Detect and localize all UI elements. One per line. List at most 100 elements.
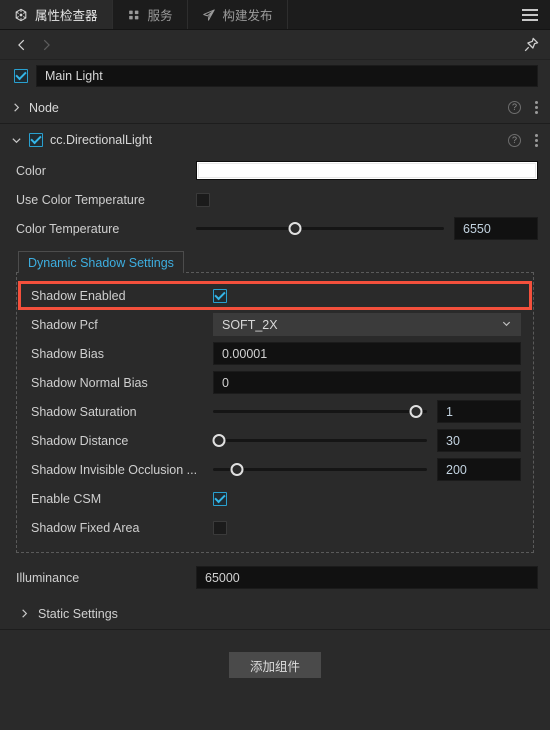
- slider-knob[interactable]: [288, 222, 302, 235]
- illuminance-input[interactable]: 65000: [196, 566, 538, 589]
- shadow-bias-value: 0.00001: [222, 346, 268, 361]
- static-settings-header[interactable]: Static Settings: [0, 598, 550, 630]
- label-shadow-normal-bias: Shadow Normal Bias: [31, 375, 148, 390]
- dynamic-shadow-settings-body: Shadow Enabled Shadow Pcf SOFT_2X Shadow…: [16, 272, 534, 553]
- shadow-fixed-area-checkbox[interactable]: [213, 520, 227, 535]
- component-header-directional-light[interactable]: cc.DirectionalLight ?: [0, 124, 550, 156]
- tab-build-label: 构建发布: [222, 9, 273, 23]
- label-color: Color: [16, 163, 46, 178]
- shadow-distance-control: 30: [212, 429, 521, 452]
- tab-inspector-label: 属性检查器: [35, 9, 98, 23]
- node-name-row: Main Light: [0, 60, 550, 92]
- tab-inspector[interactable]: 属性检查器: [0, 0, 113, 29]
- row-shadow-invisible-occlusion: Shadow Invisible Occlusion ... 200: [17, 455, 533, 484]
- shadow-pcf-select[interactable]: SOFT_2X: [213, 313, 521, 336]
- shadow-enabled-checkbox[interactable]: [213, 288, 227, 303]
- paper-plane-icon: [202, 8, 216, 22]
- slider-track: [196, 227, 444, 230]
- shadow-pcf-value: SOFT_2X: [222, 317, 278, 332]
- label-illuminance: Illuminance: [16, 570, 80, 585]
- node-header-icons: ?: [508, 99, 540, 116]
- question-circle-icon[interactable]: ?: [508, 133, 521, 147]
- tab-build[interactable]: 构建发布: [188, 0, 288, 29]
- use-color-temperature-checkbox[interactable]: [196, 192, 210, 207]
- chevron-right-icon[interactable]: [10, 102, 22, 114]
- add-component-label: 添加组件: [249, 659, 300, 674]
- chevron-down-icon: [501, 318, 512, 332]
- row-color: Color: [0, 156, 550, 185]
- shadow-invisible-occlusion-control: 200: [213, 458, 521, 481]
- illuminance-control: 65000: [196, 566, 538, 589]
- forward-button[interactable]: [34, 34, 58, 56]
- enable-csm-checkbox[interactable]: [213, 491, 227, 506]
- node-name-value: Main Light: [45, 69, 103, 83]
- node-section-label: Node: [29, 100, 59, 115]
- shadow-saturation-slider[interactable]: [213, 404, 427, 420]
- shadow-pcf-control: SOFT_2X: [213, 313, 521, 336]
- shadow-distance-input[interactable]: 30: [437, 429, 521, 452]
- shadow-invisible-occlusion-input[interactable]: 200: [437, 458, 521, 481]
- shadow-enabled-control: [213, 288, 521, 303]
- enable-csm-control: [213, 491, 521, 506]
- dynamic-shadow-settings-label: Dynamic Shadow Settings: [28, 255, 174, 270]
- label-shadow-invisible-occlusion: Shadow Invisible Occlusion ...: [31, 462, 198, 477]
- kebab-menu-icon[interactable]: [533, 99, 540, 116]
- shadow-saturation-value: 1: [446, 404, 453, 419]
- static-settings-label: Static Settings: [38, 606, 118, 621]
- shadow-saturation-control: 1: [213, 400, 521, 423]
- row-shadow-pcf: Shadow Pcf SOFT_2X: [17, 310, 533, 339]
- chevron-left-icon: [15, 38, 29, 52]
- node-name-input[interactable]: Main Light: [36, 65, 538, 87]
- shadow-normal-bias-control: 0: [213, 371, 521, 394]
- component-header-icons: ?: [508, 132, 540, 149]
- shadow-bias-input[interactable]: 0.00001: [213, 342, 521, 365]
- slider-track: [213, 468, 427, 471]
- color-temperature-input[interactable]: 6550: [454, 217, 538, 240]
- row-shadow-fixed-area: Shadow Fixed Area: [17, 513, 533, 542]
- chevron-down-icon[interactable]: [10, 134, 22, 146]
- chevron-right-icon[interactable]: [18, 608, 30, 620]
- label-shadow-bias: Shadow Bias: [31, 346, 104, 361]
- add-component-button[interactable]: 添加组件: [229, 652, 321, 678]
- shadow-invisible-occlusion-value: 200: [446, 462, 467, 477]
- color-control: [196, 161, 538, 180]
- hexagon-node-icon: [14, 8, 28, 22]
- slider-knob[interactable]: [230, 463, 244, 476]
- inspector-panel: 属性检查器 服务 构建发布 Main Light Node ? cc.Direc…: [0, 0, 550, 730]
- label-shadow-saturation: Shadow Saturation: [31, 404, 137, 419]
- slider-track: [213, 439, 427, 442]
- label-shadow-pcf: Shadow Pcf: [31, 317, 98, 332]
- slider-track: [213, 410, 427, 413]
- shadow-bias-control: 0.00001: [213, 342, 521, 365]
- color-swatch[interactable]: [196, 161, 538, 180]
- color-temperature-slider[interactable]: [196, 221, 444, 237]
- kebab-menu-icon[interactable]: [533, 132, 540, 149]
- row-enable-csm: Enable CSM: [17, 484, 533, 513]
- back-button[interactable]: [10, 34, 34, 56]
- row-shadow-normal-bias: Shadow Normal Bias 0: [17, 368, 533, 397]
- slider-knob[interactable]: [409, 405, 423, 418]
- shadow-saturation-input[interactable]: 1: [437, 400, 521, 423]
- tab-bar: 属性检查器 服务 构建发布: [0, 0, 550, 30]
- question-circle-icon[interactable]: ?: [508, 101, 521, 114]
- use-color-temperature-control: [196, 192, 538, 207]
- illuminance-value: 65000: [205, 570, 240, 585]
- row-shadow-enabled: Shadow Enabled: [17, 281, 533, 310]
- dynamic-shadow-settings-tab[interactable]: Dynamic Shadow Settings: [18, 251, 184, 273]
- component-enabled-checkbox[interactable]: [29, 133, 43, 147]
- shadow-normal-bias-input[interactable]: 0: [213, 371, 521, 394]
- slider-knob[interactable]: [212, 434, 226, 447]
- row-shadow-bias: Shadow Bias 0.00001: [17, 339, 533, 368]
- tab-services[interactable]: 服务: [113, 0, 188, 29]
- node-enabled-checkbox[interactable]: [14, 69, 28, 83]
- hamburger-menu-icon[interactable]: [518, 0, 542, 30]
- tab-services-label: 服务: [147, 9, 173, 23]
- pin-icon[interactable]: [522, 36, 540, 54]
- node-section-header[interactable]: Node ?: [0, 92, 550, 124]
- shadow-distance-slider[interactable]: [212, 433, 427, 449]
- shadow-invisible-occlusion-slider[interactable]: [213, 462, 427, 478]
- row-shadow-distance: Shadow Distance 30: [17, 426, 533, 455]
- label-shadow-distance: Shadow Distance: [31, 433, 129, 448]
- shadow-distance-value: 30: [446, 433, 460, 448]
- row-illuminance: Illuminance 65000: [0, 563, 550, 592]
